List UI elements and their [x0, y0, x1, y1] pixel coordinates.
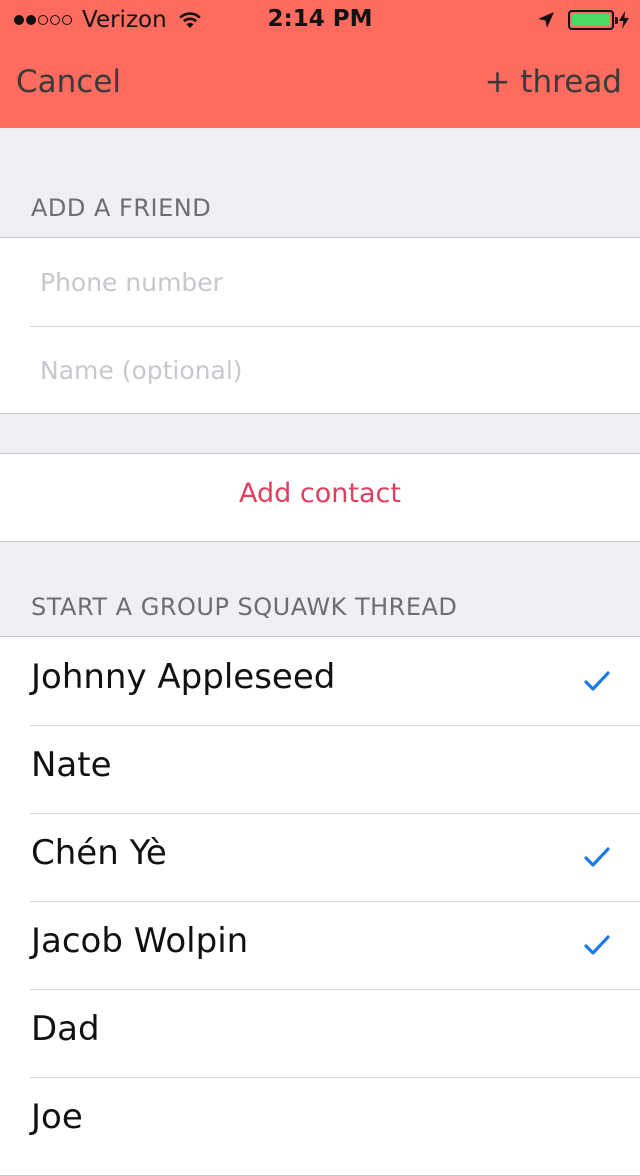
contact-name: Joe — [31, 1097, 83, 1137]
cancel-button[interactable]: Cancel — [16, 64, 121, 100]
charging-bolt-icon — [618, 10, 630, 30]
battery-level-fill — [572, 14, 610, 26]
contact-row[interactable]: Chén Yè — [0, 813, 640, 901]
status-right — [536, 8, 630, 32]
contact-row[interactable]: Joe — [0, 1077, 640, 1165]
checkmark-icon — [584, 671, 610, 691]
add-friend-form — [0, 237, 640, 414]
checkmark-icon — [584, 847, 610, 867]
add-friend-header: ADD A FRIEND — [31, 194, 212, 222]
phone-row — [0, 238, 640, 326]
contact-name: Johnny Appleseed — [31, 657, 336, 697]
contact-name: Nate — [31, 745, 112, 785]
contact-row[interactable]: Nate — [0, 725, 640, 813]
checkmark-icon — [584, 935, 610, 955]
status-bar: Verizon 2:14 PM — [0, 0, 640, 40]
contact-row[interactable]: Dad — [0, 989, 640, 1077]
contact-row[interactable]: Jacob Wolpin — [0, 901, 640, 989]
name-row — [0, 326, 640, 414]
contact-name: Dad — [31, 1009, 100, 1049]
contact-list: Johnny Appleseed Nate Chén Yè Jacob Wolp… — [0, 636, 640, 1176]
add-contact-group: Add contact — [0, 453, 640, 542]
group-thread-header: START A GROUP SQUAWK THREAD — [31, 593, 458, 621]
battery-icon — [568, 10, 618, 30]
location-arrow-icon — [536, 10, 556, 30]
add-thread-button[interactable]: + thread — [485, 64, 622, 100]
phone-number-input[interactable] — [40, 260, 620, 304]
contact-name: Jacob Wolpin — [31, 921, 249, 961]
name-input[interactable] — [40, 348, 620, 392]
contact-row[interactable]: Johnny Appleseed — [0, 637, 640, 725]
contact-name: Chén Yè — [31, 833, 167, 873]
add-contact-button[interactable]: Add contact — [0, 478, 640, 509]
navigation-header: Verizon 2:14 PM Cancel + thread — [0, 0, 640, 128]
